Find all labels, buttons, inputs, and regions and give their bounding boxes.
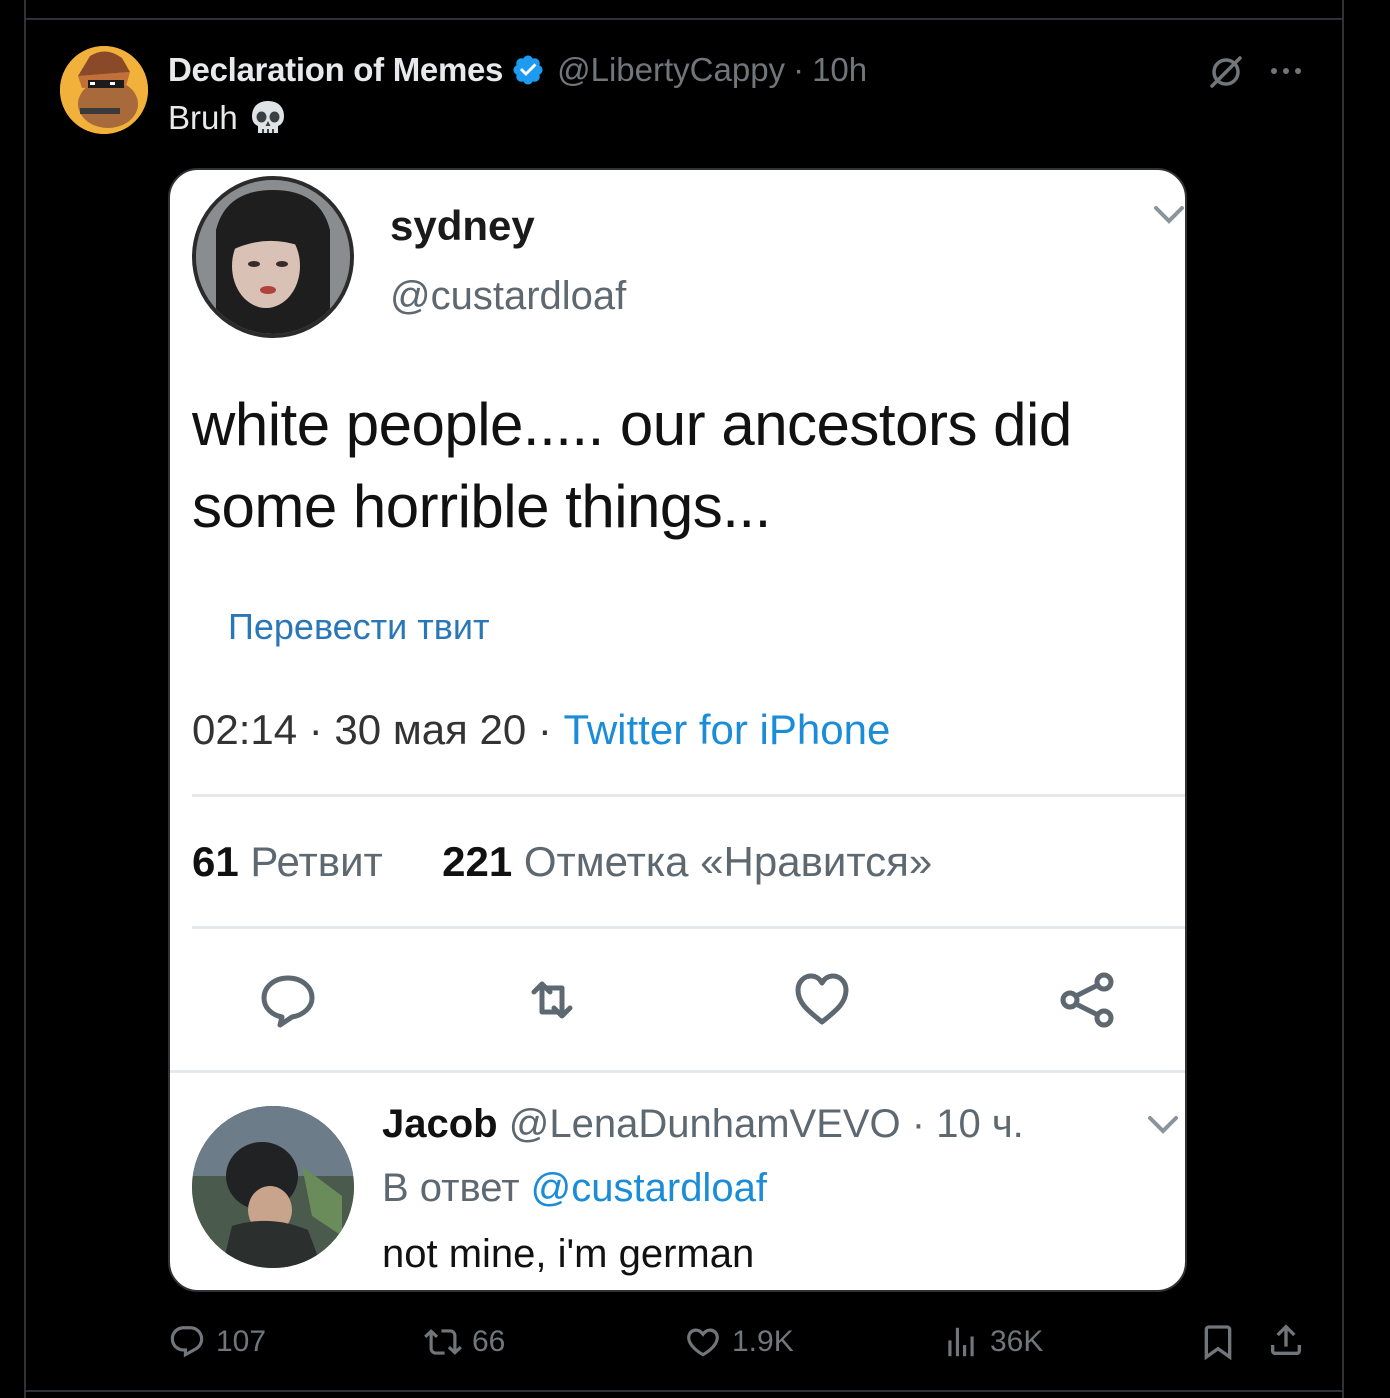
capybara-avatar-icon bbox=[60, 46, 148, 134]
quoted-handle: @custardloaf bbox=[390, 274, 627, 318]
reply-avatar bbox=[192, 1106, 354, 1268]
grok-icon[interactable] bbox=[1206, 52, 1246, 92]
reply-count: 107 bbox=[216, 1325, 267, 1358]
like-count: 1.9K bbox=[732, 1325, 794, 1358]
reply-divider bbox=[170, 1070, 1185, 1073]
quoted-name: sydney bbox=[390, 202, 535, 249]
post-text: Bruh bbox=[168, 98, 288, 138]
more-options-icon[interactable] bbox=[1266, 56, 1306, 86]
post-time[interactable]: 10h bbox=[812, 51, 867, 89]
author-avatar[interactable] bbox=[60, 46, 148, 134]
views-button[interactable]: 36K bbox=[942, 1320, 1043, 1364]
quoted-reply-icon bbox=[261, 975, 315, 1028]
quoted-divider bbox=[192, 926, 1185, 929]
quoted-divider bbox=[192, 794, 1185, 797]
post-text-content: Bruh bbox=[168, 99, 238, 136]
separator-dot: · bbox=[793, 51, 805, 88]
reply-icon bbox=[170, 1326, 204, 1358]
views-chart-icon bbox=[948, 1327, 974, 1357]
views-count: 36K bbox=[990, 1325, 1044, 1358]
skull-emoji-icon bbox=[251, 101, 284, 133]
reply-replying-to: В ответ @custardloaf bbox=[382, 1166, 767, 1211]
repost-button[interactable]: 66 bbox=[424, 1320, 505, 1364]
bookmark-icon[interactable] bbox=[1198, 1322, 1238, 1362]
repost-count: 66 bbox=[472, 1325, 506, 1358]
reply-button[interactable]: 107 bbox=[168, 1320, 266, 1364]
retweets-label: Ретвит bbox=[250, 838, 383, 885]
quoted-avatar bbox=[192, 176, 354, 338]
reply-header: Jacob @LenaDunhamVEVO · 10 ч. bbox=[382, 1102, 1024, 1147]
likes-count: 221 bbox=[442, 838, 513, 885]
retweets-count: 61 bbox=[192, 838, 239, 885]
quoted-timestamp: 02:14 · 30 мая 20 · bbox=[192, 706, 564, 753]
quoted-meta: 02:14 · 30 мая 20 · Twitter for iPhone bbox=[192, 706, 890, 754]
repost-icon bbox=[424, 1329, 462, 1355]
quoted-share-icon bbox=[1060, 972, 1114, 1028]
heart-icon bbox=[687, 1328, 719, 1357]
author-handle[interactable]: @LibertyCappy bbox=[557, 51, 785, 89]
post-image[interactable]: sydney @custardloaf white people..... ou… bbox=[168, 168, 1187, 1292]
likes-label: Отметка «Нравится» bbox=[523, 838, 933, 885]
verified-badge-icon bbox=[513, 55, 543, 85]
quoted-like-icon bbox=[795, 973, 849, 1025]
reply-handle-time: @LenaDunhamVEVO · 10 ч. bbox=[508, 1102, 1024, 1146]
replying-prefix: В ответ bbox=[382, 1166, 520, 1210]
bottom-divider bbox=[24, 1390, 1344, 1392]
reply-name: Jacob bbox=[382, 1102, 498, 1146]
reply-avatar-photo bbox=[192, 1106, 354, 1268]
share-icon[interactable] bbox=[1266, 1320, 1306, 1360]
quoted-source: Twitter for iPhone bbox=[563, 706, 891, 753]
quoted-text: white people..... our ancestors did some… bbox=[192, 391, 1072, 540]
post-header: Declaration of Memes @LibertyCappy · 10h bbox=[168, 48, 867, 92]
chevron-down-icon bbox=[1154, 206, 1184, 224]
quoted-stats: 61 Ретвит 221 Отметка «Нравится» bbox=[192, 838, 932, 886]
chevron-down-icon bbox=[1148, 1116, 1178, 1134]
author-name[interactable]: Declaration of Memes bbox=[168, 51, 503, 89]
translate-link: Перевести твит bbox=[228, 606, 490, 647]
replying-mention: @custardloaf bbox=[530, 1166, 767, 1210]
quoted-avatar-photo bbox=[196, 180, 350, 334]
like-button[interactable]: 1.9K bbox=[684, 1320, 794, 1364]
reply-text: not mine, i'm german bbox=[382, 1232, 755, 1276]
quoted-retweet-icon bbox=[531, 981, 573, 1019]
